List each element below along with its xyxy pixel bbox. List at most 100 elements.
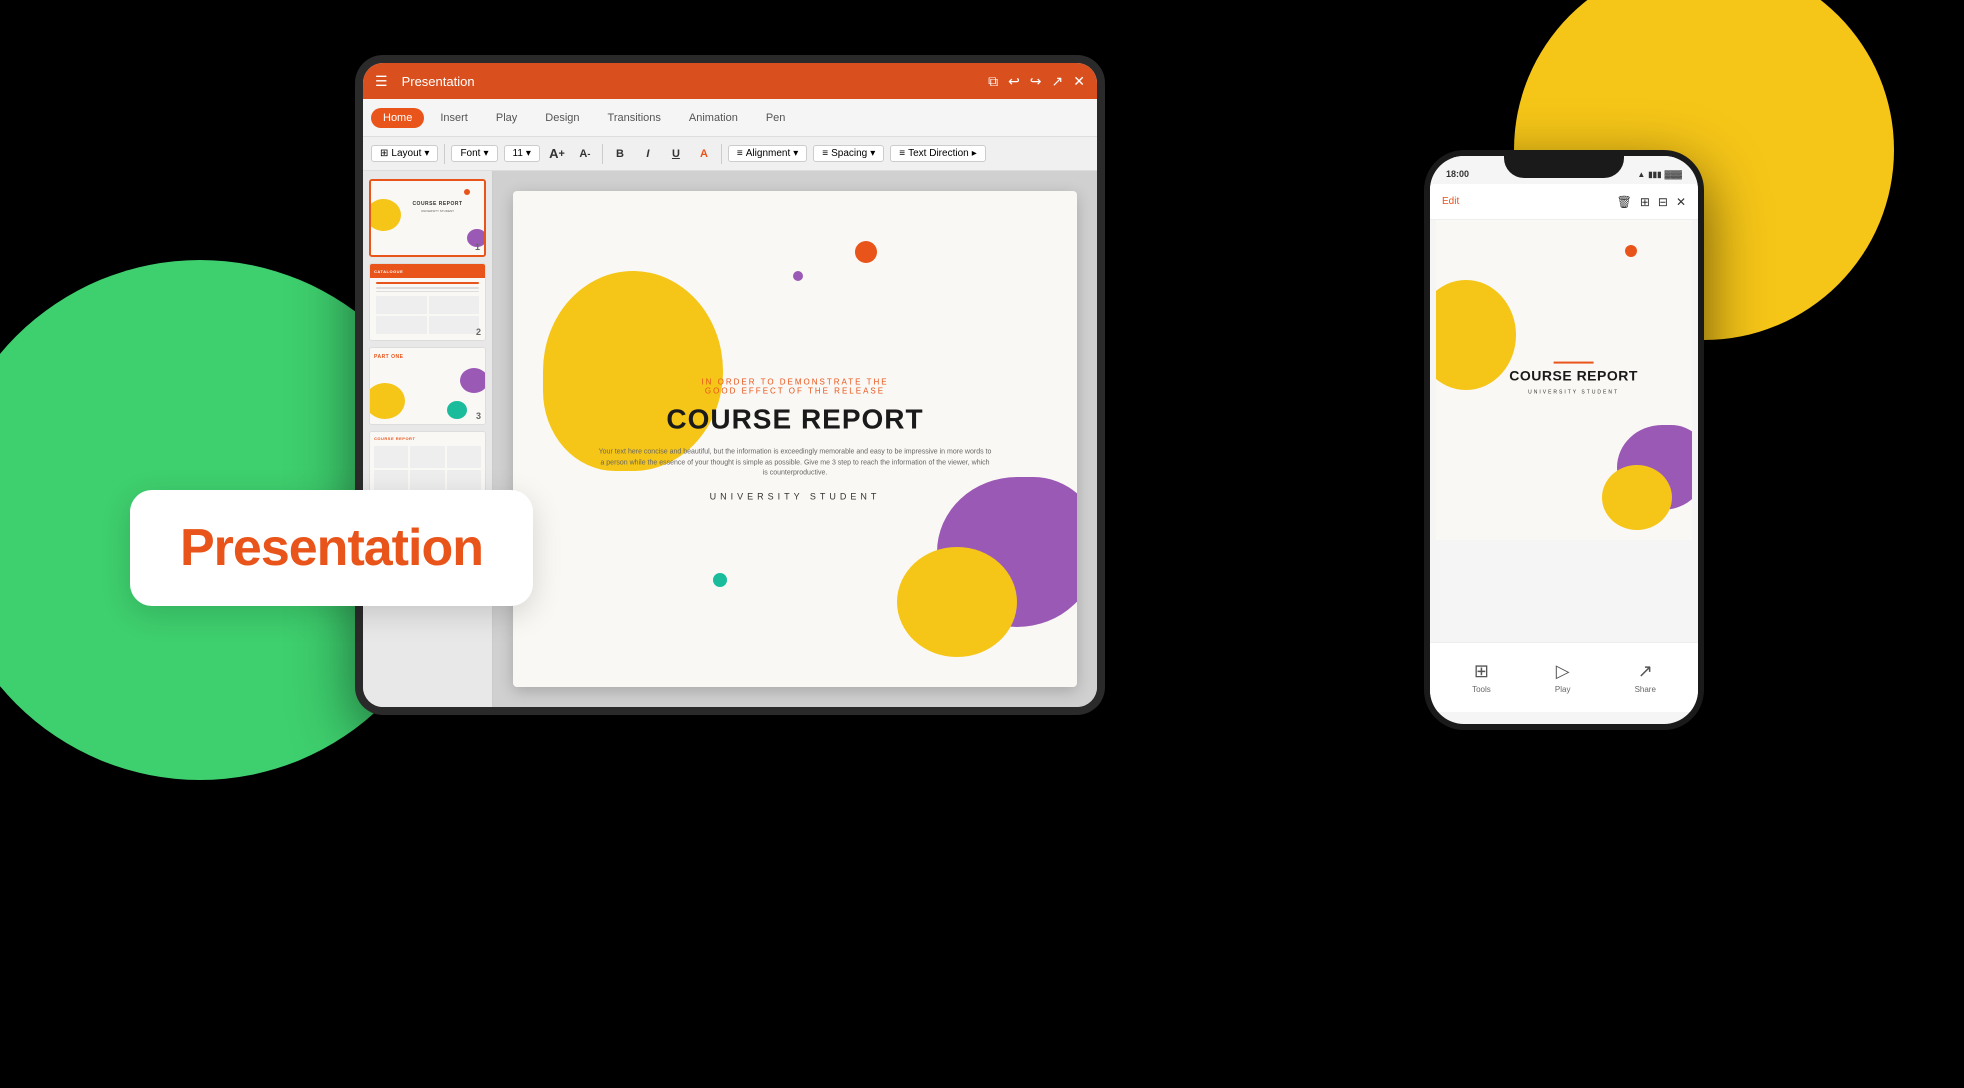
tab-animation[interactable]: Animation [677,108,750,128]
divider1 [444,144,445,164]
share-label: Share [1635,685,1656,694]
slide-num-3: 3 [476,411,481,421]
play-icon: ▷ [1556,661,1570,682]
font-chevron: ▾ [483,148,488,159]
share-icon[interactable]: ↗ [1052,73,1064,90]
phone-toolbar: Edit 🗑 ⊞ ⊟ ✕ [1430,184,1698,220]
redo-icon[interactable]: ↪ [1030,73,1042,90]
tab-home[interactable]: Home [371,108,424,128]
phone-status-icons: ▲ ▮▮▮ ▓▓▓ [1637,170,1682,179]
font-size-value: 11 [513,148,523,159]
close-icon[interactable]: ✕ [1073,73,1085,90]
phone-yellow-blob2 [1602,465,1672,530]
tab-bar: Home Insert Play Design Transitions Anim… [363,99,1097,137]
menu-icon[interactable]: ☰ [375,73,388,90]
italic-button[interactable]: I [637,143,659,165]
phone-tools-button[interactable]: ⊞ Tools [1472,661,1491,694]
phone-slide: COURSE REPORT UNIVERSITY STUDENT [1436,220,1692,540]
slide-thumb-2[interactable]: CATALOGUE [369,263,486,341]
teal-dot-shape [713,573,727,587]
spacing-label: Spacing [831,148,867,159]
font-label: Font [460,148,480,159]
bold-button[interactable]: B [609,143,631,165]
text-dir-label: Text Direction [908,148,969,159]
phone-delete-icon[interactable]: 🗑 [1617,195,1632,209]
phone-close-icon[interactable]: ✕ [1676,195,1686,209]
phone-orange-dot [1625,245,1637,257]
tablet-device: ☰ Presentation ⧉ ↩ ↪ ↗ ✕ Home Insert Pla… [355,55,1105,715]
undo-icon[interactable]: ↩ [1008,73,1020,90]
tab-insert[interactable]: Insert [428,108,480,128]
wifi-icon: ▲ [1637,170,1645,179]
alignment-label: Alignment [746,148,790,159]
phone-slide-subtitle-line [1554,362,1594,364]
slide-num-1: 1 [475,242,480,252]
slide-content: IN ORDER TO DEMONSTRATE THE GOOD EFFECT … [598,377,993,501]
layout-chevron: ▾ [424,148,429,159]
alignment-chevron: ▾ [793,148,798,159]
tab-design[interactable]: Design [533,108,591,128]
text-direction-button[interactable]: ≡ Text Direction ▸ [890,145,985,162]
purple-dot-shape [793,271,803,281]
play-label: Play [1555,685,1571,694]
spacing-chevron: ▾ [870,148,875,159]
underline-button[interactable]: U [665,143,687,165]
font-size-chevron: ▾ [526,148,531,159]
slide-panel: COURSE REPORT UNIVERSITY STUDENT 1 CATAL… [363,171,493,707]
phone-time: 18:00 [1446,169,1469,179]
text-dir-icon: ≡ [899,148,905,159]
main-slide-area: IN ORDER TO DEMONSTRATE THE GOOD EFFECT … [493,171,1097,707]
phone-share-button[interactable]: ↗ Share [1635,661,1656,694]
font-decrease-icon[interactable]: A- [574,143,596,165]
presentation-label-card: Presentation [130,490,533,606]
phone-play-button[interactable]: ▷ Play [1555,661,1571,694]
font-size-button[interactable]: 11 ▾ [504,145,540,162]
phone-notch [1504,150,1624,178]
slide-body: Your text here concise and beautiful, bu… [598,447,993,479]
alignment-icon: ≡ [737,148,743,159]
slide-subtitle: IN ORDER TO DEMONSTRATE THE GOOD EFFECT … [598,377,993,395]
slide-num-2: 2 [476,327,481,337]
phone-slide-title: COURSE REPORT [1478,367,1670,383]
phone-action-icons: 🗑 ⊞ ⊟ ✕ [1617,195,1686,209]
tablet-screen: ☰ Presentation ⧉ ↩ ↪ ↗ ✕ Home Insert Pla… [363,63,1097,707]
phone-slide-student: UNIVERSITY STUDENT [1478,389,1670,395]
yellow-blob2-shape [897,547,1017,657]
spacing-button[interactable]: ≡ Spacing ▾ [813,145,884,162]
battery-icon: ▓▓▓ [1665,170,1683,179]
orange-dot-shape [855,241,877,263]
tools-icon: ⊞ [1474,661,1489,682]
share-icon-phone: ↗ [1638,661,1653,682]
divider3 [721,144,722,164]
phone-minus-icon[interactable]: ⊟ [1658,195,1668,209]
phone-edit-button[interactable]: Edit [1442,196,1459,207]
fullscreen-icon[interactable]: ⧉ [988,73,998,90]
slide-title: COURSE REPORT [598,403,993,435]
font-button[interactable]: Font ▾ [451,145,497,162]
font-increase-icon[interactable]: A+ [546,143,568,165]
titlebar-icons: ⧉ ↩ ↪ ↗ ✕ [988,73,1085,90]
phone-grid-icon[interactable]: ⊞ [1640,195,1650,209]
tab-play[interactable]: Play [484,108,529,128]
slide-student: UNIVERSITY STUDENT [598,491,993,501]
phone-slide-content: COURSE REPORT UNIVERSITY STUDENT [1478,362,1670,396]
slide-thumb-1[interactable]: COURSE REPORT UNIVERSITY STUDENT 1 [369,179,486,257]
text-dir-chevron: ▸ [972,148,977,159]
color-button[interactable]: A [693,143,715,165]
tools-label: Tools [1472,685,1491,694]
alignment-button[interactable]: ≡ Alignment ▾ [728,145,807,162]
spacing-icon: ≡ [822,148,828,159]
main-slide: IN ORDER TO DEMONSTRATE THE GOOD EFFECT … [513,191,1077,687]
layout-button[interactable]: ⊞ Layout ▾ [371,145,438,162]
tab-transitions[interactable]: Transitions [596,108,673,128]
tablet-title: Presentation [402,74,979,89]
slide-thumb-3[interactable]: PART ONE 3 [369,347,486,425]
phone-screen: 18:00 ▲ ▮▮▮ ▓▓▓ Edit 🗑 ⊞ ⊟ ✕ [1430,156,1698,724]
layout-label: Layout [391,148,421,159]
tab-pen[interactable]: Pen [754,108,798,128]
signal-icon: ▮▮▮ [1648,170,1661,179]
tablet-content: COURSE REPORT UNIVERSITY STUDENT 1 CATAL… [363,171,1097,707]
format-toolbar: ⊞ Layout ▾ Font ▾ 11 ▾ A+ A- B I U A ≡ [363,137,1097,171]
divider2 [602,144,603,164]
layout-icon: ⊞ [380,148,388,159]
